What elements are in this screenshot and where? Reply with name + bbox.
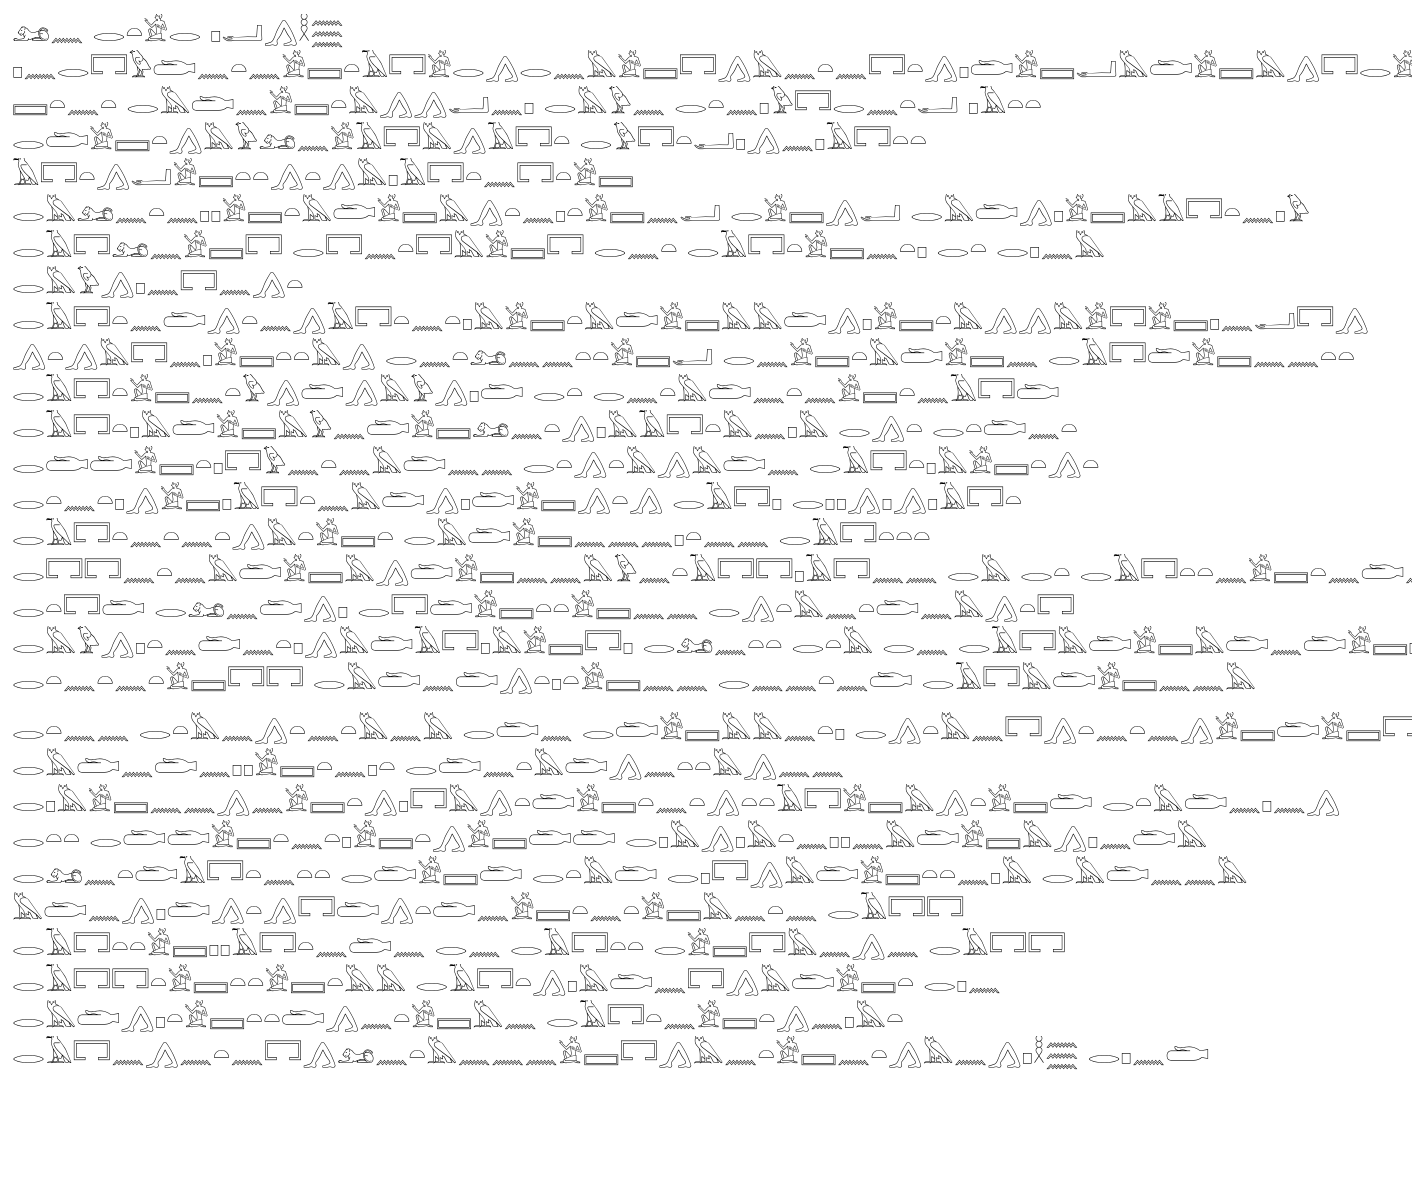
text-line: 𓂋𓄿𓉐𓏏𓊪𓅓𓂧𓀀𓈙𓅓𓅱𓈖𓂧𓀀𓈙𓃭𓈖𓏏𓂻𓊪𓅓𓄿𓉐𓏏𓅓𓈖𓊪𓅓 𓂋𓂻𓏏 𓂋𓏏𓂧𓈖𓏏 — [12, 411, 1078, 444]
text-line: 𓂋𓂧𓀀𓈙𓏏𓂻𓅓𓅱𓃭𓈖𓀀𓄿𓉐𓅓𓂻𓄿𓉐𓏏 𓂋𓅱𓉐𓏏𓂝𓊪𓂻𓈖𓊪𓄿𓉐𓏏𓏏 — [12, 123, 928, 156]
text-line: 𓂋𓄿𓉐𓏏𓏏𓀀𓈙𓊪𓊪𓄿𓉐𓏏𓈖𓂧𓈖 𓂋𓈖 𓂋𓄿𓉐𓏏𓏏 𓂋𓀀𓈙𓉐𓅓𓈖𓂻𓈖 𓂋𓄿𓉐𓉐 — [12, 929, 1066, 962]
paragraph: 𓂋𓅓𓃭𓈖𓏏𓈖𓊪𓊪𓀀𓈙𓏏𓅓𓂧𓀀𓈙𓅓𓂻𓏏𓈖𓊪𓏏𓀀𓈙𓈖𓂝 𓂋𓀀𓈙𓂻𓂝 𓂋𓅓𓂧𓂻𓊪𓀀𓈙𓅓… — [12, 194, 1412, 302]
text-line: 𓂋𓅓𓅱𓂻𓊪𓏏𓈖𓂧𓈖𓏏𓊪𓂻𓅓𓂧𓄿𓉐𓊪𓅓𓀀𓈙𓉐𓊪 𓂋𓃭𓈖𓏏𓏏 𓂋𓏏𓅓 𓂋𓈖 𓂋𓄿𓉐𓅓… — [12, 627, 1412, 660]
text-line: 𓈙𓏏𓈖𓏏 𓂋𓅓𓂧𓈖𓀀𓈙𓏏𓅓𓂻𓂻𓂝𓈖𓊪 𓂋𓅓𓅱𓈖 𓂋𓏏𓈖𓊪𓅱𓉐𓂋𓈖𓏏𓂝 𓊪𓄿𓏏𓏏 — [12, 87, 1042, 120]
paragraph: 𓂋𓏏𓈖𓈖 𓂋𓏏𓅓𓈖𓂻𓏏𓈖𓏏𓅓𓈖𓅓 𓂋𓂧𓈖 𓂋𓂧𓀀𓈙𓅓𓅓𓈖𓏏𓊪 𓂋𓂻𓏏𓅓𓈖𓉐𓂻𓏏𓈖… — [12, 712, 1412, 1072]
text-line: 𓂋𓏏𓈖𓏏𓈖𓏏𓀀𓈙𓉐𓉐 𓂋𓅓𓂧𓈖𓂧𓂻𓏏𓊪𓏏𓀀𓈙𓈖𓈖 𓂋𓈖𓈖𓏏𓈖𓂧 𓂋𓄿𓉐𓅓𓂧𓀀𓈙𓈖… — [12, 663, 1257, 696]
text-line: 𓂋𓃭𓈖𓏏𓂧𓄿𓉐𓏏𓈖𓏏𓏏 𓂋𓂧𓀀𓈙𓂧 𓂋𓏏𓅓𓂧 𓂋𓊪𓉐𓂻𓅓𓂧𓀀𓈙𓏏𓏏𓈖𓊪𓅓 𓂋𓅓𓂧… — [12, 857, 1248, 890]
text-line: 𓂋𓉐𓉐𓈖𓏏𓈖𓅓𓂧𓀀𓈙𓅓𓂻𓂧𓀀𓈙𓈖𓈖𓅓𓅱𓈖𓏏𓄿𓉐𓉐𓊪𓄿𓉐𓈖𓈖 𓂋𓅓 𓂋𓏏 𓂋𓄿𓉐𓏏… — [12, 555, 1412, 588]
text-line: 𓂋𓄿𓉐𓏏𓈖𓂧𓂻𓏏𓈖𓂻𓄿𓉐𓏏𓈖𓏏𓊪𓅓𓀀𓈙𓏏𓅓𓂧𓀀𓈙𓅓𓅓𓂧𓂻𓊪𓀀𓈙𓏏𓅓𓂻𓂻𓅓𓀀𓉐𓀀𓈙… — [12, 303, 1369, 336]
text-line: 𓊪𓈖𓂋𓉐𓅱𓂧𓈖𓏏𓈖𓀀𓈙𓏏𓄿𓉐𓀀𓂋𓂻𓂋𓈖𓅓𓀀𓈙𓉐𓂻𓅓𓈖𓏏𓈖𓉐𓏏𓂻𓊪𓂧𓀀𓈙𓂝𓅓𓂧𓀀𓈙… — [12, 51, 1412, 84]
text-line: 𓂋𓄿𓉐𓏏𓀀𓈙𓈖𓏏𓅱𓂻𓂧𓂻𓅓𓅱𓂻𓊪𓂧 𓂋𓏏 𓂋𓈖𓏏𓅓𓂧𓈖𓏏𓈖𓀀𓈙𓏏𓈖𓄿𓉐𓂧 — [12, 375, 1060, 408]
text-line: 𓂋𓄿𓉐𓃭𓈖𓀀𓈙𓉐 𓂋𓉐𓈖𓏏𓉐𓅓𓀀𓈙𓉐 𓂋𓈖𓏏 𓂋𓄿𓉐𓏏𓀀𓈙𓈖𓏏𓊪 𓂋𓏏 𓂋𓊪𓈖𓅓 — [12, 231, 1106, 264]
text-line: 𓂋𓅓𓂧𓈖𓂧𓈖𓊪𓊪𓀀𓈙𓏏𓈖𓊪𓏏 𓂋𓂧𓈖𓏏𓅓𓂧𓂻𓈖𓏏𓏏𓅓𓂻𓈖𓈖 — [12, 749, 845, 782]
text-line: 𓂋𓅓𓅱𓂻𓊪𓈖𓉐𓈖𓂻𓏏 — [12, 267, 304, 300]
text-line: 𓂻𓏏𓂻𓅓𓉐𓈖𓊪𓀀𓈙𓏏𓏏𓅓𓂻 𓂋𓈖𓏏𓃭𓈖𓈖𓏏𓏏𓀀𓈙𓂝 𓂋𓈖𓀀𓈙𓏏𓅓𓂧𓀀𓈙𓈖 𓂋𓄿𓉐… — [12, 339, 1356, 372]
text-line: 𓂋𓅓𓂧𓂻𓊪𓏏𓀀𓈙𓏏𓏏𓂧𓂻𓈖𓏏𓀀𓈙𓅓𓈖 𓂋𓄿𓉐𓏏𓈖𓀀𓈙𓏏𓂻𓈖𓊪𓅓𓏏 — [12, 1001, 904, 1034]
text-line: 𓂋𓄿𓉐𓉐𓏏𓀀𓈙𓏏𓏏𓀀𓈙𓏏𓅓𓅓 𓂋𓄿𓉐𓏏𓂻𓊪𓅓𓂧𓈖𓉐𓂻𓅓𓂧𓀀𓈙𓏏 𓂋𓊪𓈖 — [12, 965, 1002, 998]
text-line: 𓅓𓂧𓈖𓂻𓊪𓂧𓂻𓏏𓂻𓉐𓂧𓂻𓏏𓂧𓈖𓀀𓈙𓏏𓈖𓏏𓀀𓈙𓅓𓈖𓏏𓈖 𓂋𓄿𓉐𓉐 — [12, 893, 965, 926]
text-line: 𓂋𓊪𓅓𓀀𓈙𓈖𓈖𓂻𓈖𓀀𓈙𓏏𓂻𓊪𓉐𓅓𓂻𓏏𓂧𓀀𓈙𓏏𓈖𓏏𓂻𓏏𓏏𓄿𓉐𓀀𓈙𓅓𓂻𓏏𓀀𓈙𓂧 𓂋𓏏… — [12, 785, 1341, 818]
text-line: 𓂋𓏏𓏏 𓂋𓂧𓂧𓀀𓈙𓏏𓈖𓏏𓊪𓀀𓈙𓏏𓂻𓀀𓈙𓂧𓂧 𓂋𓊪𓅓𓂻𓊪𓅓𓏏𓈖𓊪𓊪𓈖𓅓𓂧𓀀𓈙𓅓𓂻𓊪… — [12, 821, 1208, 854]
text-line: 𓂋𓄿𓉐𓏏𓈖𓏏𓈖𓏏𓂻𓅓𓏏𓀀𓈙𓏏 𓂋𓅓𓂧𓀀𓈙𓈖𓈖𓈖𓊪𓏏𓈖𓈖 𓂋𓄿𓉐𓏏𓏏𓏏 — [12, 519, 931, 552]
paragraph: 𓃭𓈖 𓂋𓏏𓀀𓂋 𓊪𓂝𓂻𓎛𓈗 𓊪𓈖𓂋𓉐𓅱𓂧𓈖𓏏𓈖𓀀𓈙𓏏𓄿𓉐𓀀𓂋𓂻𓂋𓈖𓅓𓀀𓈙𓉐𓂻𓅓𓈖… — [12, 14, 1412, 194]
text-line: 𓂋𓄿𓉐𓈖𓂻𓈖𓏏𓈖𓉐𓂻𓃭𓈖𓏏𓅓𓈖𓈖𓈖𓀀𓈙𓉐𓂻𓅓𓈖𓏏𓀀𓈙𓈖𓏏𓂻𓅓𓈖𓂻𓊪𓎛𓈗 𓂋𓊪𓈖𓂧 — [12, 1037, 1210, 1070]
text-line: 𓄿𓉐𓏏𓂻𓂝𓀀𓈙𓏏𓏏𓂻𓏏𓂻𓅓𓊪𓄿𓉐𓏏𓈖𓉐𓏏𓀀𓈙 — [12, 159, 635, 192]
hieroglyphic-text-page: 𓃭𓈖 𓂋𓏏𓀀𓂋 𓊪𓂝𓂻𓎛𓈗 𓊪𓈖𓂋𓉐𓅱𓂧𓈖𓏏𓈖𓀀𓈙𓏏𓄿𓉐𓀀𓂋𓂻𓂋𓈖𓅓𓀀𓈙𓉐𓂻𓅓𓈖… — [12, 14, 1412, 1194]
text-line: 𓂋𓏏𓉐𓂧 𓂋𓃭𓈖𓂧𓂻𓊪 𓂋𓉐𓂧𓀀𓈙𓏏𓏏𓀀𓈙𓈖𓈖 𓂋𓂻𓏏𓅓𓈖𓏏𓂧𓈖𓅓𓂻𓏏𓉐 — [12, 591, 1075, 624]
text-line: 𓃭𓈖 𓂋𓏏𓀀𓂋 𓊪𓂝𓂻𓎛𓈗 — [12, 15, 344, 48]
text-line: 𓂋𓏏𓈖𓏏𓊪𓂻𓀀𓈙𓊪𓄿𓉐𓏏𓈖𓅓𓂧𓂻𓊪𓂧𓀀𓈙𓂻𓏏𓂻 𓂋𓄿𓉐𓊪 𓂋𓊪𓊪𓂻𓊪𓂻𓊪𓄿𓉐𓏏 — [12, 483, 1023, 516]
text-line: 𓂋𓅓𓃭𓈖𓏏𓈖𓊪𓊪𓀀𓈙𓏏𓅓𓂧𓀀𓈙𓅓𓂻𓏏𓈖𓊪𓏏𓀀𓈙𓈖𓂝 𓂋𓀀𓈙𓂻𓂝 𓂋𓅓𓂧𓂻𓊪𓀀𓈙𓅓… — [12, 195, 1310, 228]
paragraph: 𓂋𓄿𓉐𓏏𓈖𓂧𓂻𓏏𓈖𓂻𓄿𓉐𓏏𓈖𓏏𓊪𓅓𓀀𓈙𓏏𓅓𓂧𓀀𓈙𓅓𓅓𓂧𓂻𓊪𓀀𓈙𓏏𓅓𓂻𓂻𓅓𓀀𓉐𓀀𓈙… — [12, 302, 1412, 698]
text-line: 𓂋𓏏𓈖𓈖 𓂋𓏏𓅓𓈖𓂻𓏏𓈖𓏏𓅓𓈖𓅓 𓂋𓂧𓈖 𓂋𓂧𓀀𓈙𓅓𓅓𓈖𓏏𓊪 𓂋𓂻𓏏𓅓𓈖𓉐𓂻𓏏𓈖… — [12, 713, 1412, 746]
text-line: 𓂋𓂧𓂧𓀀𓈙𓏏𓊪𓉐𓅱𓈖𓏏𓈖𓅓𓂧𓈖𓈖 𓂋𓏏𓂻𓏏𓅓𓂻𓅓𓂧𓈖 𓂋𓄿𓉐𓏏𓊪𓅓𓀀𓈙𓏏𓂻𓏏 — [12, 447, 1100, 480]
